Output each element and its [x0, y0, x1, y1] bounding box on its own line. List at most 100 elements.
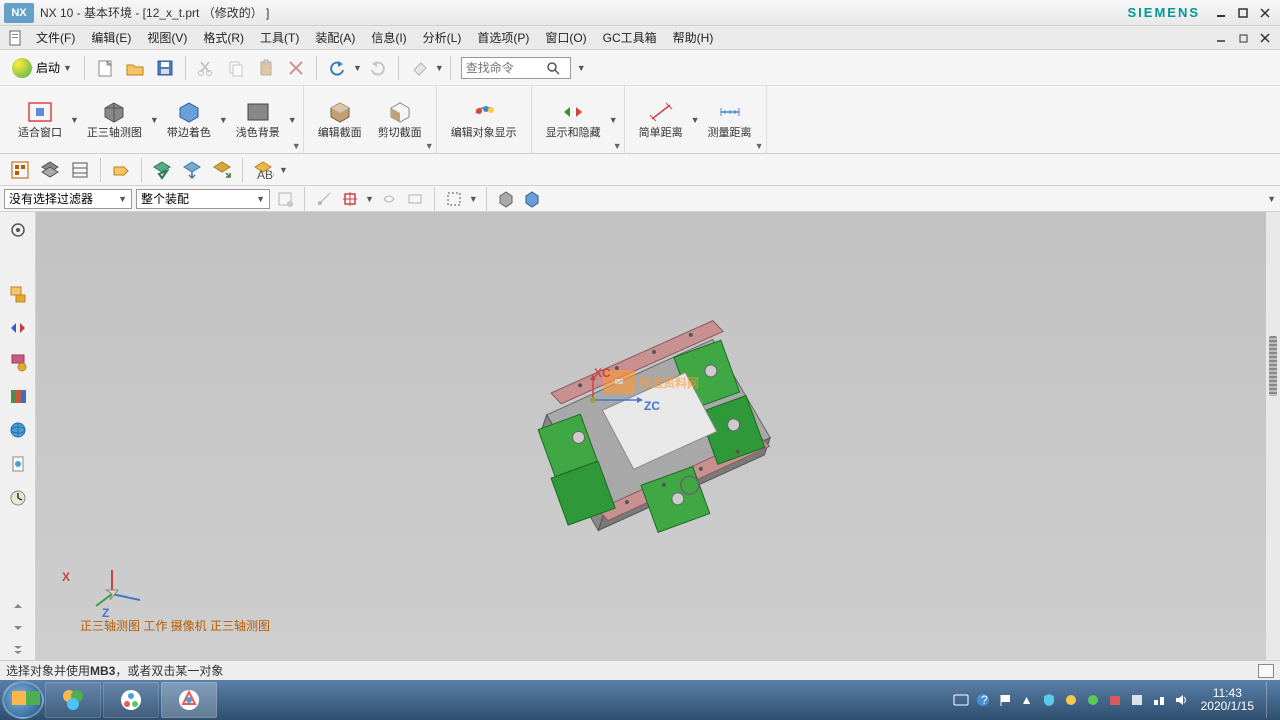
menu-gc-toolbox[interactable]: GC工具箱: [595, 27, 665, 48]
eraser-dropdown[interactable]: ▼: [435, 63, 444, 73]
save-button[interactable]: [151, 54, 179, 82]
mdi-minimize-button[interactable]: [1212, 30, 1230, 46]
launch-button[interactable]: 启动 ▼: [6, 56, 78, 80]
open-button[interactable]: [121, 54, 149, 82]
shaded-edges-button[interactable]: 带边着色: [159, 97, 219, 142]
keyboard-icon[interactable]: [953, 692, 969, 708]
sel-tool-5[interactable]: [404, 188, 426, 210]
delete-button[interactable]: [282, 54, 310, 82]
help-tray-icon[interactable]: ?: [975, 692, 991, 708]
measure-distance-button[interactable]: 测量距离: [700, 97, 760, 142]
start-button[interactable]: [2, 681, 44, 719]
settings-icon[interactable]: [6, 218, 30, 242]
update-icon[interactable]: [1085, 692, 1101, 708]
part-navigator-icon[interactable]: [6, 282, 30, 306]
document-icon[interactable]: [6, 452, 30, 476]
app-tray-icon[interactable]: [1129, 692, 1145, 708]
part-nav-button[interactable]: [66, 156, 94, 184]
sync-icon[interactable]: [1063, 692, 1079, 708]
mdi-restore-button[interactable]: [1234, 30, 1252, 46]
menu-view[interactable]: 视图(V): [139, 27, 195, 48]
taskbar-app-2[interactable]: [103, 682, 159, 718]
menu-assembly[interactable]: 装配(A): [307, 27, 363, 48]
cut-button[interactable]: [192, 54, 220, 82]
show-hide-button[interactable]: 显示和隐藏: [538, 97, 609, 142]
graphics-viewport[interactable]: ⮹智造资料网 XC ZC X Z 正三轴测图 工作 摄像机 正三轴测图: [36, 212, 1266, 660]
menu-window[interactable]: 窗口(O): [537, 27, 594, 48]
menu-help[interactable]: 帮助(H): [665, 27, 722, 48]
menu-edit[interactable]: 编辑(E): [83, 27, 139, 48]
eraser-button[interactable]: [405, 54, 433, 82]
filter-combo[interactable]: 没有选择过滤器▼: [4, 189, 132, 209]
command-search[interactable]: [461, 57, 571, 79]
collapse-double-icon[interactable]: [6, 644, 30, 656]
layers-button[interactable]: [36, 156, 64, 184]
menu-prefs[interactable]: 首选项(P): [469, 27, 537, 48]
sel-tool-1[interactable]: [274, 188, 296, 210]
undo-button[interactable]: [323, 54, 351, 82]
taskbar-app-1[interactable]: [45, 682, 101, 718]
new-button[interactable]: [91, 54, 119, 82]
simple-distance-button[interactable]: 简单距离: [631, 97, 691, 142]
sel-tool-3[interactable]: [339, 188, 361, 210]
collapse-up-icon[interactable]: [6, 600, 30, 612]
menu-bar: 文件(F) 编辑(E) 视图(V) 格式(R) 工具(T) 装配(A) 信息(I…: [0, 26, 1280, 50]
group-dropdown-icon[interactable]: ▼: [425, 141, 434, 151]
web-icon[interactable]: [6, 418, 30, 442]
scope-combo[interactable]: 整个装配▼: [136, 189, 270, 209]
tag-button[interactable]: [107, 156, 135, 184]
group-dropdown-icon[interactable]: ▼: [755, 141, 764, 151]
menu-info[interactable]: 信息(I): [363, 27, 414, 48]
close-button[interactable]: [1256, 5, 1274, 21]
sel-tool-4[interactable]: [378, 188, 400, 210]
shield-icon[interactable]: [1041, 692, 1057, 708]
search-dropdown[interactable]: ▼: [577, 63, 586, 73]
show-desktop-button[interactable]: [1266, 682, 1274, 718]
sel-tool-2[interactable]: [313, 188, 335, 210]
sel-rect-button[interactable]: [443, 188, 465, 210]
export-button[interactable]: [208, 156, 236, 184]
material-dropdown[interactable]: ▼: [279, 165, 288, 175]
check-out-button[interactable]: [178, 156, 206, 184]
light-bg-button[interactable]: 浅色背景: [228, 97, 288, 142]
redo-button[interactable]: [364, 54, 392, 82]
collapse-down-icon[interactable]: [6, 622, 30, 634]
history-icon[interactable]: [6, 486, 30, 510]
clip-section-button[interactable]: 剪切截面: [370, 97, 430, 142]
constraint-nav-icon[interactable]: [6, 316, 30, 340]
network-icon[interactable]: [1151, 692, 1167, 708]
search-input[interactable]: [466, 61, 546, 75]
model-3d[interactable]: [458, 232, 845, 605]
security-icon[interactable]: [1107, 692, 1123, 708]
menu-file[interactable]: 文件(F): [28, 27, 83, 48]
sel-cube2-button[interactable]: [521, 188, 543, 210]
edit-section-button[interactable]: 编辑截面: [310, 97, 370, 142]
reuse-library-icon[interactable]: [6, 384, 30, 408]
menu-analysis[interactable]: 分析(L): [415, 27, 470, 48]
edit-display-button[interactable]: 编辑对象显示: [443, 97, 525, 142]
material-button[interactable]: ABC: [249, 156, 277, 184]
maximize-button[interactable]: [1234, 5, 1252, 21]
menu-tools[interactable]: 工具(T): [252, 27, 307, 48]
paste-button[interactable]: [252, 54, 280, 82]
group-dropdown-icon[interactable]: ▼: [613, 141, 622, 151]
assembly-nav-button[interactable]: [6, 156, 34, 184]
check-in-button[interactable]: [148, 156, 176, 184]
flag-icon[interactable]: [997, 692, 1013, 708]
toolbar-dropdown[interactable]: ▼: [1267, 194, 1276, 204]
fit-window-button[interactable]: 适合窗口: [10, 97, 70, 142]
group-dropdown-icon[interactable]: ▼: [292, 141, 301, 151]
clock[interactable]: 11:43 2020/1/15: [1201, 687, 1254, 713]
trimetric-button[interactable]: 正三轴测图: [79, 97, 150, 142]
dependency-icon[interactable]: [6, 350, 30, 374]
copy-button[interactable]: [222, 54, 250, 82]
volume-icon[interactable]: [1173, 692, 1189, 708]
undo-dropdown[interactable]: ▼: [353, 63, 362, 73]
taskbar-app-nx[interactable]: [161, 682, 217, 718]
mdi-close-button[interactable]: [1256, 30, 1274, 46]
view-handle[interactable]: [1269, 336, 1277, 396]
sel-cube1-button[interactable]: [495, 188, 517, 210]
menu-format[interactable]: 格式(R): [195, 27, 252, 48]
minimize-button[interactable]: [1212, 5, 1230, 21]
expand-tray-icon[interactable]: ▲: [1019, 692, 1035, 708]
